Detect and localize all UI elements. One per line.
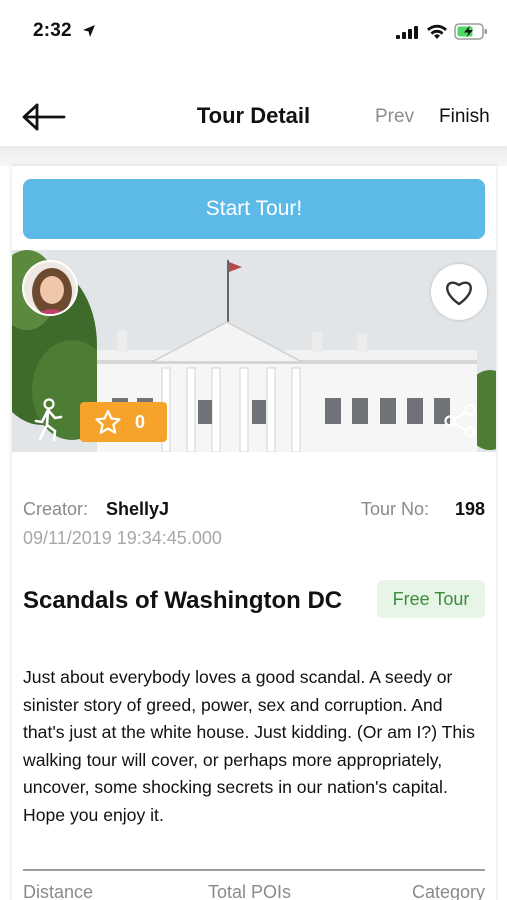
finish-button[interactable]: Finish	[439, 106, 490, 128]
walking-person-icon	[34, 398, 63, 442]
category-label: Category	[411, 882, 485, 900]
total-pois-label: Total POIs	[208, 882, 292, 900]
tour-number-value: 198	[454, 499, 485, 519]
start-tour-button[interactable]: Start Tour!	[23, 179, 485, 239]
page-title: Tour Detail	[196, 103, 311, 128]
tour-timestamp: 09/11/2019 19:34:45.000	[23, 528, 222, 548]
tour-stats: Distance Total POIs Category	[23, 882, 485, 900]
tour-title: Scandals of Washington DC	[23, 587, 343, 614]
tour-hero-image: 0	[12, 250, 496, 452]
rating-badge[interactable]: 0	[80, 402, 167, 442]
star-icon	[95, 409, 121, 434]
creator-avatar[interactable]	[22, 260, 78, 316]
tour-meta: Creator: ShellyJ Tour No: 198 09/11/2019…	[23, 496, 485, 548]
tour-number-label: Tour No:	[361, 499, 430, 519]
status-time: 2:32	[33, 20, 72, 41]
stats-divider	[23, 869, 485, 871]
battery-charging-icon	[454, 23, 487, 40]
distance-label: Distance	[23, 882, 94, 900]
status-bar: 2:32	[0, 0, 507, 62]
price-badge: Free Tour	[377, 580, 485, 618]
tour-description: Just about everybody loves a good scanda…	[23, 667, 475, 825]
nav-divider	[0, 146, 507, 166]
creator-label: Creator:	[23, 499, 89, 519]
creator-name[interactable]: ShellyJ	[106, 499, 169, 520]
location-arrow-icon	[83, 25, 95, 37]
creator-row: Creator: ShellyJ Tour No: 198	[23, 496, 485, 524]
tour-card: Start Tour! 0 Creator: ShellyJ Tour No: …	[12, 166, 496, 900]
cellular-signal-icon	[396, 26, 418, 39]
share-icon[interactable]	[443, 404, 477, 438]
wifi-icon	[427, 24, 447, 39]
favorite-button[interactable]	[431, 264, 487, 320]
heart-icon	[446, 281, 472, 306]
nav-bar: Tour Detail Prev Finish	[0, 88, 507, 146]
rating-count: 0	[135, 412, 146, 432]
prev-button[interactable]: Prev	[375, 106, 414, 128]
